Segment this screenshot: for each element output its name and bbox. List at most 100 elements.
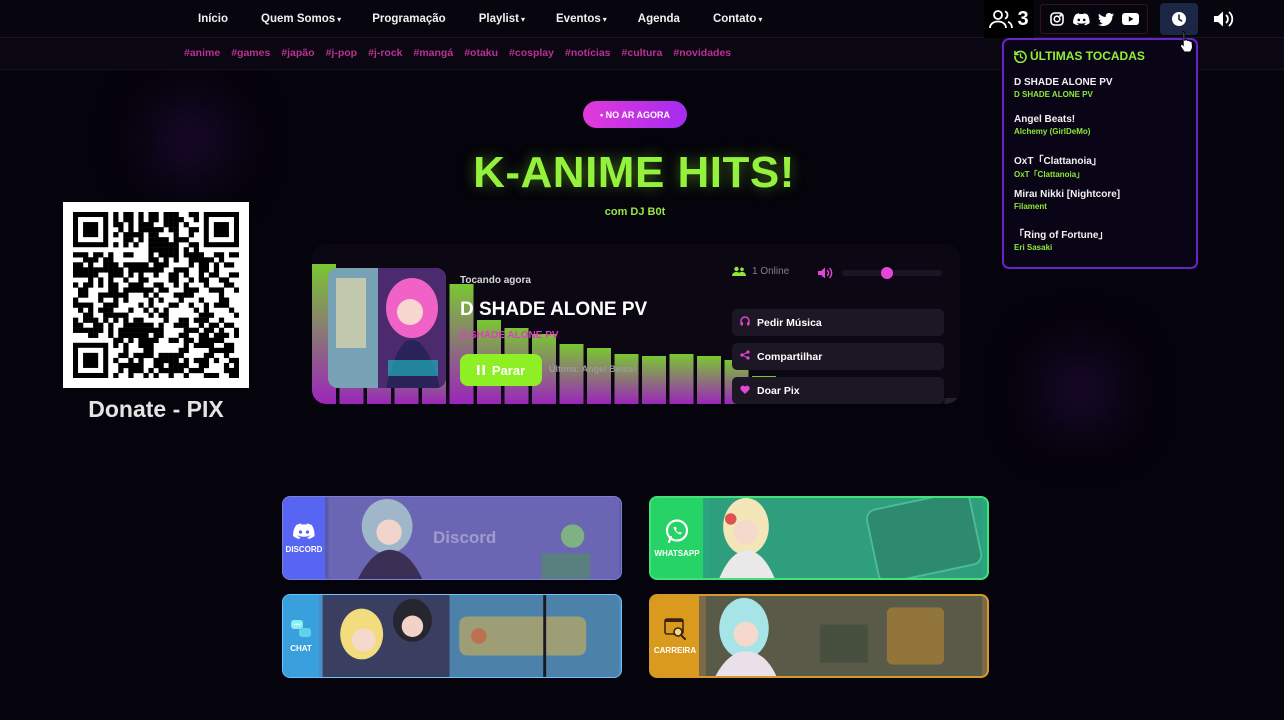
users-icon — [732, 266, 746, 276]
chat-banner[interactable]: CHAT — [282, 594, 622, 678]
track-artist: D SHADE ALONE PV — [460, 330, 559, 341]
share-button[interactable]: Compartilhar — [732, 343, 944, 370]
track-title: D SHADE ALONE PV — [460, 299, 648, 320]
discord-icon — [293, 522, 315, 539]
tag-link[interactable]: #cultura — [622, 47, 663, 59]
recent-track-title: OxT「Clattanoia」 — [1014, 156, 1102, 167]
on-air-badge: • NO AR AGORA — [583, 101, 687, 128]
tag-link[interactable]: #japão — [281, 47, 314, 59]
request-song-button[interactable]: Pedir Música — [732, 309, 944, 336]
discord-banner-text: Discord — [433, 528, 497, 547]
equalizer-bar — [944, 398, 960, 404]
recent-track-artist: OxT「Clattanoia」 — [1014, 170, 1085, 179]
volume-icon[interactable] — [817, 266, 833, 280]
chevron-down-icon: ▾ — [337, 15, 342, 24]
request-song-label: Pedir Música — [757, 316, 822, 329]
tag-link[interactable]: #otaku — [464, 47, 498, 59]
tag-link[interactable]: #games — [231, 47, 270, 59]
tag-link[interactable]: #j-pop — [326, 47, 358, 59]
recent-track-item[interactable]: Angel Beats! Alchemy (GirlDeMo) — [1014, 114, 1190, 136]
tag-link[interactable]: #mangá — [414, 47, 454, 59]
stop-button-label: Parar — [491, 362, 526, 378]
share-icon — [740, 350, 750, 363]
pix-qr-code — [63, 202, 249, 388]
heart-icon — [740, 385, 750, 397]
nav-menu: Início Quem Somos ▾ Programação Playlist ▾… — [198, 0, 793, 38]
discord-banner[interactable]: DISCORD Discord — [282, 496, 622, 580]
instagram-icon[interactable] — [1048, 10, 1066, 28]
career-banner-art — [705, 596, 983, 676]
last-played-label: Última: Angel Beats! — [549, 364, 637, 374]
youtube-icon[interactable] — [1122, 10, 1140, 28]
whatsapp-banner[interactable]: WHATSAPP — [649, 496, 989, 580]
tag-link[interactable]: #cosplay — [509, 47, 554, 59]
volume-slider[interactable] — [842, 267, 942, 279]
history-icon — [1014, 50, 1027, 63]
volume-slider-handle[interactable] — [881, 267, 893, 279]
recent-track-title: Miraι Nikki [Nightcore] — [1014, 189, 1121, 200]
online-indicator: 1 Online — [732, 266, 789, 277]
equalizer-bar — [669, 354, 694, 404]
nav-item-eventos[interactable]: Eventos ▾ — [556, 13, 607, 25]
background-glow — [160, 110, 220, 170]
recent-track-item[interactable]: 「Ring of Fortune」 Eri Sasaki — [1014, 226, 1190, 252]
recent-track-item[interactable]: Miraι Nikki [Nightcore] Filament — [1014, 189, 1190, 211]
career-banner[interactable]: CARREIRA — [649, 594, 989, 678]
nav-item-quem-somos[interactable]: Quem Somos ▾ — [261, 13, 341, 25]
chat-banner-side: CHAT — [283, 595, 319, 677]
tag-link[interactable]: #novidades — [673, 47, 731, 59]
nav-item-playlist[interactable]: Playlist ▾ — [479, 13, 525, 25]
tag-link[interactable]: #anime — [184, 47, 220, 59]
recent-track-item[interactable]: OxT「Clattanoia」 OxT「Clattanoia」 — [1014, 152, 1190, 180]
equalizer-bar — [559, 344, 584, 404]
recent-track-item[interactable]: D SHADE ALONE PV D SHADE ALONE PV — [1014, 77, 1190, 99]
stop-button[interactable]: Parar — [460, 354, 542, 386]
recently-played-dropdown: ÚLTIMAS TOCADAS D SHADE ALONE PV D SHADE… — [1002, 38, 1198, 269]
nav-item-inicio[interactable]: Início — [198, 13, 230, 25]
donate-pix-label: Doar Pix — [757, 384, 800, 397]
social-links — [1040, 4, 1148, 34]
background-glow — [1050, 360, 1110, 420]
nav-item-contato[interactable]: Contato ▾ — [713, 13, 762, 25]
listeners-counter: 3 — [984, 0, 1034, 38]
whatsapp-banner-side: WHATSAPP — [651, 498, 703, 578]
career-banner-side: CARREIRA — [651, 596, 699, 676]
chevron-down-icon: ▾ — [758, 15, 763, 24]
equalizer-bar — [642, 356, 666, 404]
album-cover — [328, 268, 446, 388]
listeners-count: 3 — [1017, 7, 1029, 30]
recent-track-artist: D SHADE ALONE PV — [1014, 90, 1093, 99]
chat-icon — [291, 620, 311, 637]
chevron-down-icon: ▾ — [520, 15, 525, 24]
radio-player: Tocando agora D SHADE ALONE PV D SHADE A… — [312, 244, 960, 404]
users-icon — [989, 10, 1014, 29]
pause-icon — [476, 365, 485, 375]
show-title: K-ANIME HITS! — [473, 148, 795, 197]
mouse-cursor — [1179, 30, 1194, 53]
donate-label: Donate - PIX — [88, 396, 224, 422]
chevron-down-icon: ▾ — [602, 15, 607, 24]
whatsapp-banner-art — [709, 498, 983, 578]
qr-code-image — [73, 212, 239, 378]
nav-item-agenda[interactable]: Agenda — [638, 13, 682, 25]
nav-item-programacao[interactable]: Programação — [372, 13, 448, 25]
equalizer-bar — [697, 356, 721, 404]
whatsapp-icon — [665, 519, 689, 544]
clock-icon — [1172, 12, 1186, 26]
tag-link[interactable]: #j-rock — [368, 47, 402, 59]
recent-track-title: Angel Beats! — [1014, 114, 1076, 125]
recent-track-title: D SHADE ALONE PV — [1014, 77, 1113, 88]
discord-icon[interactable] — [1073, 10, 1091, 28]
tag-list: #anime #games #japão #j-pop #j-rock #man… — [184, 47, 742, 59]
recent-track-artist: Alchemy (GirlDeMo) — [1014, 127, 1091, 136]
equalizer-bar — [587, 348, 611, 404]
donate-pix-button[interactable]: Doar Pix — [732, 377, 944, 404]
volume-icon[interactable] — [1212, 9, 1236, 29]
job-search-icon — [664, 618, 686, 640]
show-host: com DJ B0t — [604, 206, 666, 218]
twitter-icon[interactable] — [1097, 10, 1115, 28]
recent-track-artist: Eri Sasaki — [1014, 243, 1053, 252]
tag-link[interactable]: #notícias — [565, 47, 611, 59]
top-navbar: Início Quem Somos ▾ Programação Playlist ▾… — [0, 0, 1284, 38]
headphones-icon — [740, 316, 750, 329]
